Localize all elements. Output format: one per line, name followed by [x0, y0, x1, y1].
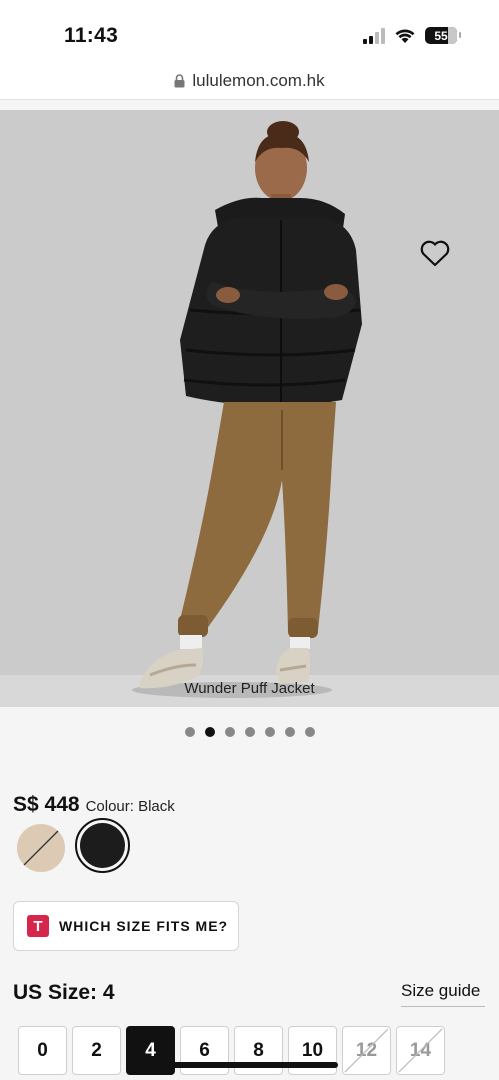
carousel-dot[interactable]	[244, 727, 255, 737]
carousel-dot[interactable]	[224, 727, 235, 737]
size-button-2[interactable]: 2	[72, 1026, 121, 1075]
carousel-dot[interactable]	[284, 727, 295, 737]
heart-icon[interactable]	[419, 238, 451, 268]
status-icons: 55	[363, 27, 461, 44]
carousel-dot[interactable]	[304, 727, 315, 737]
swatch-black[interactable]	[75, 818, 130, 873]
status-bar: 11:43 55	[0, 0, 499, 62]
size-label: 6	[199, 1039, 210, 1061]
carousel-dots[interactable]	[0, 727, 499, 737]
status-time: 11:43	[64, 24, 119, 47]
unavailable-strike	[344, 1028, 389, 1073]
url-text: lululemon.com.hk	[192, 70, 325, 90]
unavailable-strike	[398, 1028, 443, 1073]
fit-logo-icon: T	[27, 915, 49, 937]
battery-icon: 55	[425, 27, 461, 44]
home-indicator[interactable]	[162, 1062, 338, 1068]
swatch-beige[interactable]	[15, 822, 67, 874]
price-row: S$ 448 Colour: Black	[13, 793, 175, 817]
size-label: 8	[253, 1039, 264, 1061]
colour-label: Colour: Black	[85, 798, 175, 815]
size-button-12[interactable]: 12	[342, 1026, 391, 1075]
size-guide-link[interactable]: Size guide	[401, 981, 485, 1007]
size-label: 10	[301, 1039, 324, 1061]
size-label: 0	[37, 1039, 48, 1061]
carousel-dot[interactable]	[184, 727, 195, 737]
carousel-dot[interactable]	[264, 727, 275, 737]
swatch-black-fill	[80, 823, 125, 868]
size-button-14[interactable]: 14	[396, 1026, 445, 1075]
which-size-fits-button[interactable]: T WHICH SIZE FITS ME?	[13, 901, 239, 951]
wifi-icon	[395, 28, 415, 43]
address-bar[interactable]: lululemon.com.hk	[0, 62, 499, 100]
size-label: 4	[145, 1039, 156, 1061]
carousel-dot[interactable]	[204, 727, 215, 737]
model-figure	[132, 121, 362, 698]
product-image[interactable]	[0, 110, 499, 707]
product-price: S$ 448	[13, 793, 80, 816]
size-label: 2	[91, 1039, 102, 1061]
size-heading: US Size: 4	[13, 981, 115, 1004]
cellular-signal-icon	[363, 27, 385, 44]
size-button-0[interactable]: 0	[18, 1026, 67, 1075]
which-size-fits-label: WHICH SIZE FITS ME?	[59, 918, 229, 934]
battery-level: 55	[434, 28, 448, 43]
product-name-caption: Wunder Puff Jacket	[184, 680, 315, 697]
lock-icon	[174, 73, 185, 87]
